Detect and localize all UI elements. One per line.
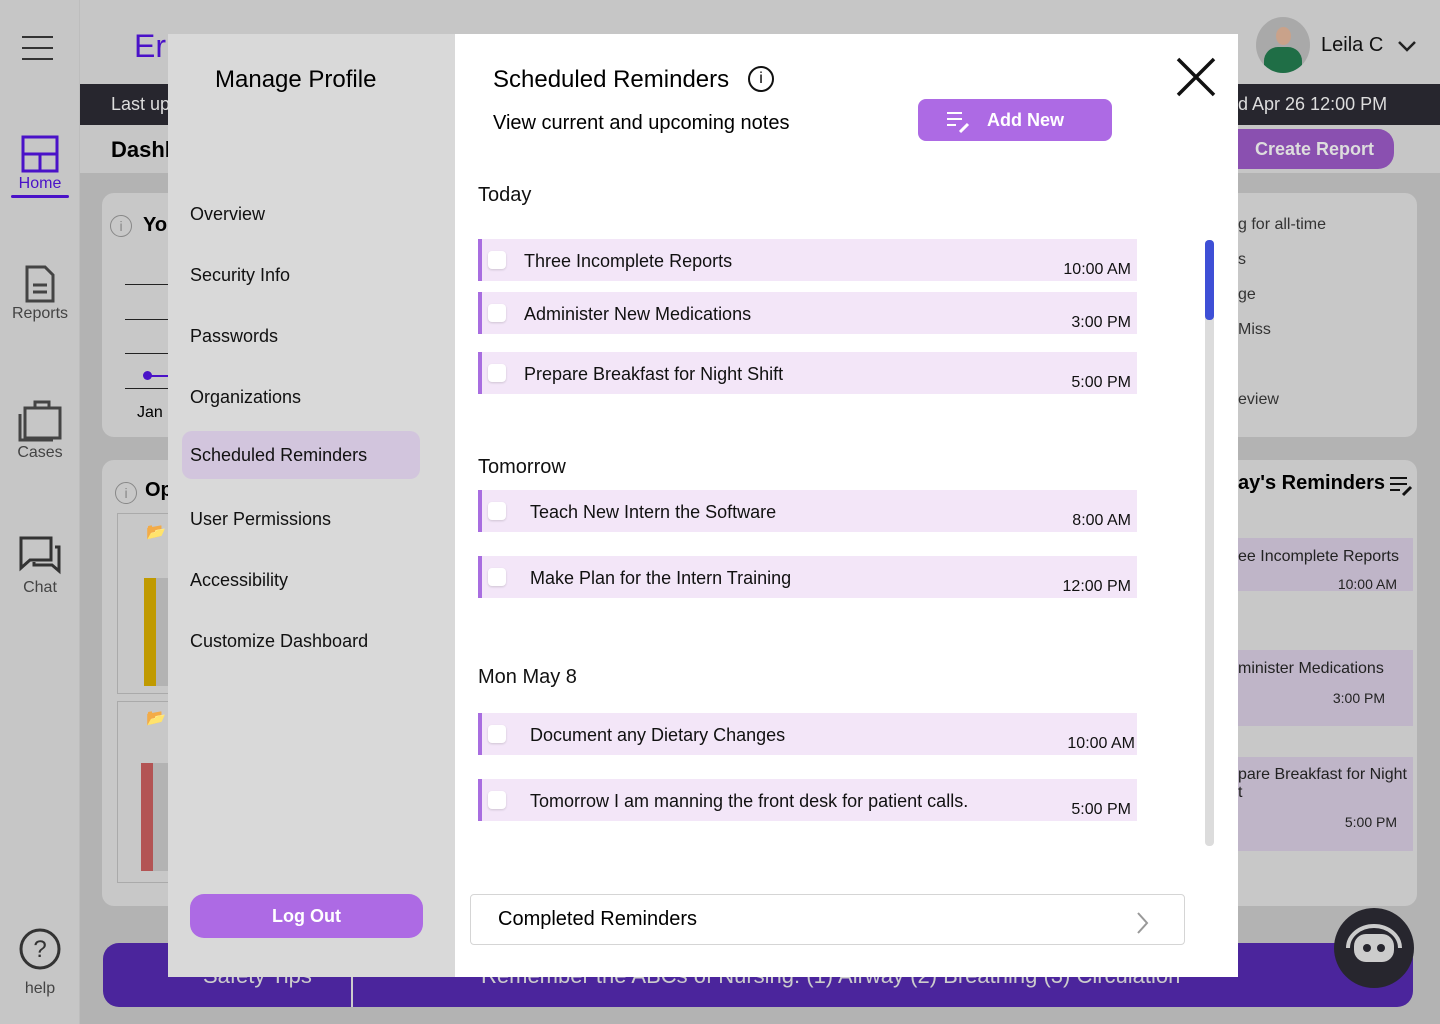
reminder-checkbox[interactable] [488, 568, 506, 586]
add-new-button[interactable]: Add New [918, 99, 1112, 141]
reminder-card[interactable]: ee Incomplete Reports 10:00 AM [1238, 538, 1413, 592]
menu-item-scheduled-reminders[interactable]: Scheduled Reminders [182, 431, 420, 479]
stats-list: g for all-time s ge Miss eview [1238, 216, 1327, 408]
info-icon[interactable]: i [748, 66, 774, 92]
nav-reports[interactable]: Reports [0, 265, 80, 323]
completed-reminders-row[interactable]: Completed Reminders [470, 894, 1185, 945]
menu-item-accessibility[interactable]: Accessibility [190, 570, 288, 591]
reminder-card[interactable]: minister Medications 3:00 PM [1238, 650, 1413, 726]
nav-cases[interactable]: Cases [0, 400, 80, 462]
dashboard-icon [21, 135, 59, 173]
chat-icon [19, 536, 61, 575]
chevron-right-icon [1137, 912, 1149, 934]
folder-icon: 📂 [146, 710, 166, 727]
folder-icon: 📂 [146, 524, 166, 541]
help-icon: ? [19, 928, 61, 970]
menu-item-overview[interactable]: Overview [190, 204, 265, 225]
manage-profile-menu: Manage Profile Overview Security Info Pa… [168, 34, 455, 977]
scheduled-reminders-panel: Scheduled Reminders i View current and u… [455, 34, 1238, 977]
info-icon[interactable]: i [110, 215, 132, 237]
reminder-checkbox[interactable] [488, 502, 506, 520]
reminder-card[interactable]: pare Breakfast for Night t 5:00 PM [1238, 757, 1413, 851]
bot-icon [1346, 924, 1402, 962]
nav-home[interactable]: Home [0, 135, 80, 198]
reminder-item[interactable]: Tomorrow I am manning the front desk for… [478, 779, 1137, 821]
reminder-checkbox[interactable] [488, 304, 506, 322]
nav-chat[interactable]: Chat [0, 535, 80, 597]
reminder-checkbox[interactable] [488, 791, 506, 809]
avatar[interactable] [1256, 17, 1310, 73]
menu-item-organizations[interactable]: Organizations [190, 387, 301, 408]
reminder-item[interactable]: Administer New Medications 3:00 PM [478, 292, 1137, 334]
edit-list-icon [947, 112, 970, 134]
menu-title: Manage Profile [215, 66, 377, 93]
group-label: Mon May 8 [478, 666, 577, 688]
reminder-item[interactable]: Prepare Breakfast for Night Shift 5:00 PM [478, 352, 1137, 394]
reminder-item[interactable]: Teach New Intern the Software 8:00 AM [478, 490, 1137, 532]
close-icon[interactable] [1175, 56, 1217, 98]
panel-subtitle: View current and upcoming notes [493, 112, 790, 134]
menu-item-user-permissions[interactable]: User Permissions [190, 509, 331, 530]
document-icon [25, 265, 55, 303]
chevron-down-icon[interactable] [1397, 40, 1417, 52]
reminder-item[interactable]: Three Incomplete Reports 10:00 AM [478, 239, 1137, 281]
group-label: Today [478, 184, 532, 206]
svg-text:?: ? [33, 936, 46, 963]
reminder-item[interactable]: Make Plan for the Intern Training 12:00 P… [478, 556, 1137, 598]
chatbot-button[interactable] [1334, 908, 1414, 988]
side-nav: Home Reports Cases Chat ? help [0, 0, 80, 1024]
reminder-checkbox[interactable] [488, 725, 506, 743]
briefcase-icon [18, 400, 62, 442]
scrollbar-thumb[interactable] [1205, 240, 1214, 320]
reminder-item[interactable]: Document any Dietary Changes 10:00 AM [478, 713, 1137, 755]
logout-button[interactable]: Log Out [190, 894, 423, 938]
menu-item-passwords[interactable]: Passwords [190, 326, 278, 347]
hamburger-menu-icon[interactable] [22, 36, 53, 60]
menu-item-customize-dashboard[interactable]: Customize Dashboard [190, 631, 368, 652]
reminder-checkbox[interactable] [488, 251, 506, 269]
info-icon[interactable]: i [115, 482, 137, 504]
user-name[interactable]: Leila C [1321, 34, 1383, 57]
group-label: Tomorrow [478, 456, 566, 478]
edit-list-icon[interactable] [1389, 475, 1415, 497]
scrollbar[interactable] [1205, 240, 1214, 846]
nav-help[interactable]: ? help [0, 928, 80, 998]
menu-item-security-info[interactable]: Security Info [190, 265, 290, 286]
reminder-checkbox[interactable] [488, 364, 506, 382]
panel-title: Scheduled Reminders [493, 66, 730, 93]
